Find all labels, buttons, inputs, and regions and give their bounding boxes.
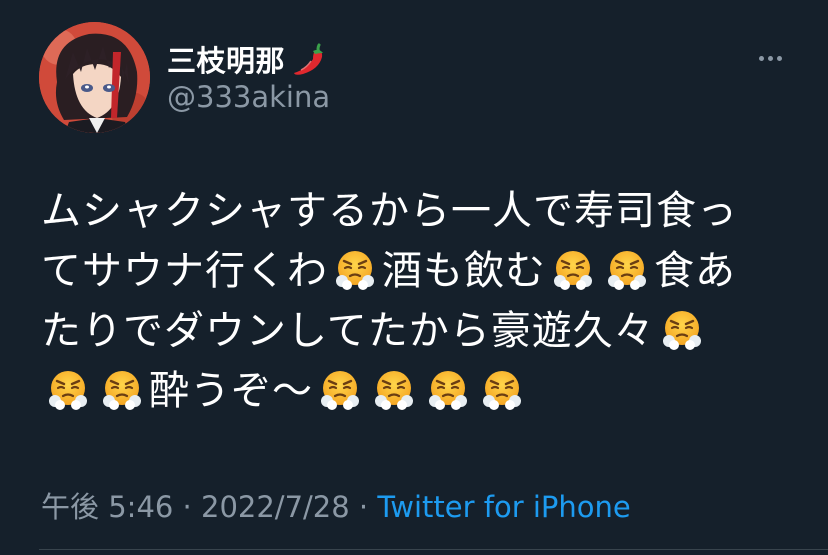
face-with-steam-from-nose-icon bbox=[480, 368, 524, 412]
tweet-line: てサウナ行くわ 酒も飲む 食あ bbox=[41, 241, 801, 301]
face-with-steam-from-nose-icon bbox=[551, 248, 595, 292]
display-name-text: 三枝明那 bbox=[167, 44, 286, 78]
tweet-text-segment: てサウナ行くわ bbox=[41, 248, 328, 294]
tweet-line: ムシャクシャするから一人で寿司食っ bbox=[41, 181, 801, 241]
face-with-steam-from-nose-icon bbox=[318, 368, 362, 412]
tweet-line: たりでダウンしてたから豪遊久々 bbox=[41, 301, 801, 361]
tweet-line: 酔うぞ〜 bbox=[41, 361, 801, 421]
face-with-steam-from-nose-icon bbox=[46, 368, 90, 412]
avatar-illustration bbox=[39, 22, 150, 133]
face-with-steam-from-nose-icon bbox=[372, 368, 416, 412]
display-name[interactable]: 三枝明那 bbox=[167, 38, 329, 80]
meta-separator: · bbox=[173, 490, 201, 524]
face-with-steam-from-nose-icon bbox=[660, 308, 704, 352]
tweet: 三枝明那 @333akina ムシャクシャするから一人で寿司食っ てサウナ行くわ … bbox=[0, 0, 828, 555]
more-options-button[interactable] bbox=[748, 46, 792, 70]
tweet-date[interactable]: 2022/7/28 bbox=[201, 490, 350, 524]
more-dot bbox=[758, 55, 764, 61]
hot-pepper-icon bbox=[289, 39, 329, 79]
more-dot bbox=[767, 55, 773, 61]
tweet-text-segment: ムシャクシャするから一人で寿司食っ bbox=[41, 188, 738, 234]
tweet-text-segment: たりでダウンしてたから豪遊久々 bbox=[41, 308, 655, 354]
tweet-text-segment: 酔うぞ〜 bbox=[149, 368, 313, 414]
meta-separator: · bbox=[349, 490, 378, 524]
face-with-steam-from-nose-icon bbox=[100, 368, 144, 412]
avatar[interactable] bbox=[39, 22, 150, 133]
tweet-text: ムシャクシャするから一人で寿司食っ てサウナ行くわ 酒も飲む 食あ たりでダウン… bbox=[41, 181, 801, 421]
tweet-meta: 午後 5:46 · 2022/7/28 · Twitter for iPhone bbox=[41, 484, 631, 526]
tweet-time[interactable]: 午後 5:46 bbox=[41, 490, 173, 524]
divider bbox=[39, 549, 828, 550]
more-dot bbox=[776, 55, 782, 61]
face-with-steam-from-nose-icon bbox=[426, 368, 470, 412]
tweet-text-segment: 酒も飲む bbox=[382, 248, 546, 294]
face-with-steam-from-nose-icon bbox=[333, 248, 377, 292]
user-handle[interactable]: @333akina bbox=[167, 80, 330, 114]
tweet-text-segment: 食あ bbox=[654, 248, 736, 294]
tweet-source-link[interactable]: Twitter for iPhone bbox=[377, 490, 630, 524]
face-with-steam-from-nose-icon bbox=[605, 248, 649, 292]
